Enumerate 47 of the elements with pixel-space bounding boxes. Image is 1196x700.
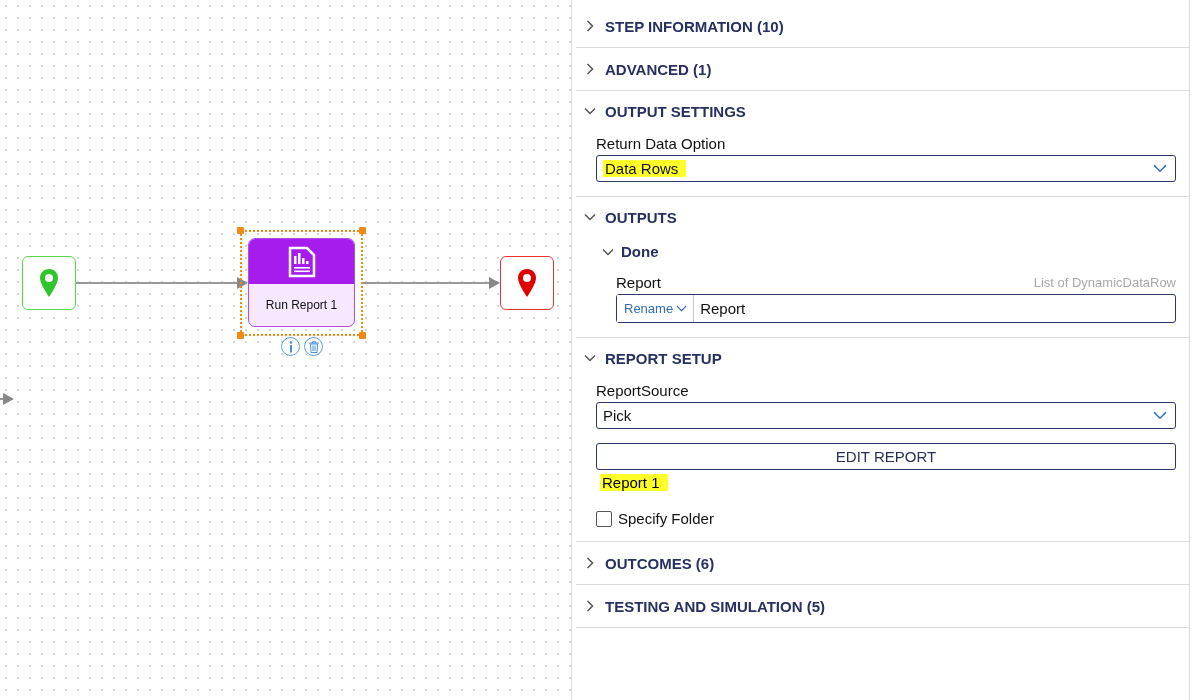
checkbox[interactable] <box>596 510 612 527</box>
section-header[interactable]: OUTPUT SETTINGS <box>576 91 746 131</box>
map-pin-icon <box>517 268 537 298</box>
resize-handle[interactable] <box>359 332 366 339</box>
rename-dropdown[interactable]: Rename <box>617 295 695 322</box>
field-label: Return Data Option <box>596 135 727 152</box>
selected-value: Data Rows <box>603 160 687 177</box>
chevron-icon <box>584 105 596 117</box>
output-label: Report <box>616 274 662 291</box>
map-pin-icon <box>39 268 59 298</box>
section-header[interactable]: REPORT SETUP <box>576 338 722 378</box>
group-header[interactable]: Done <box>596 243 1176 260</box>
chevron-icon <box>584 63 596 75</box>
start-node[interactable] <box>22 256 76 310</box>
dropdown-select[interactable]: Pick <box>596 402 1176 429</box>
edit-report-button[interactable]: EDIT REPORT <box>596 443 1176 470</box>
section-header[interactable]: STEP INFORMATION (10) <box>576 5 784 47</box>
section-header[interactable]: OUTCOMES (6) <box>576 542 715 584</box>
chevron-icon <box>584 600 596 612</box>
specify-folder-checkbox[interactable]: Specify Folder <box>596 510 1176 527</box>
section-header[interactable]: OUTPUTS <box>576 197 677 237</box>
connector-arrow <box>0 393 14 405</box>
resize-handle[interactable] <box>237 227 244 234</box>
resize-handle[interactable] <box>359 227 366 234</box>
report-name: Report 1 <box>600 474 668 491</box>
output-field[interactable]: Rename Report <box>616 294 1176 323</box>
info-icon <box>287 340 294 353</box>
chevron-icon <box>584 20 596 32</box>
step-label: Run Report 1 <box>264 297 339 314</box>
resize-handle[interactable] <box>237 332 244 339</box>
chevron-icon <box>584 557 596 569</box>
field-label: ReportSource <box>596 382 690 399</box>
step-node[interactable]: Run Report 1 <box>248 238 355 327</box>
report-document-icon <box>287 245 316 278</box>
chevron-icon <box>584 352 596 364</box>
section-header[interactable]: ADVANCED (1) <box>576 48 712 90</box>
caret-icon <box>1153 164 1167 173</box>
caret-icon <box>1153 411 1167 420</box>
caret-icon <box>676 305 688 312</box>
section-header[interactable]: TESTING AND SIMULATION (5) <box>576 585 825 627</box>
dropdown-select[interactable]: Data Rows <box>596 155 1176 182</box>
output-type: List of DynamicDataRow <box>1033 274 1176 290</box>
delete-button[interactable] <box>304 337 323 356</box>
info-button[interactable] <box>281 337 300 356</box>
trash-icon <box>308 340 319 353</box>
end-node[interactable] <box>500 256 554 310</box>
chevron-icon <box>584 211 596 223</box>
